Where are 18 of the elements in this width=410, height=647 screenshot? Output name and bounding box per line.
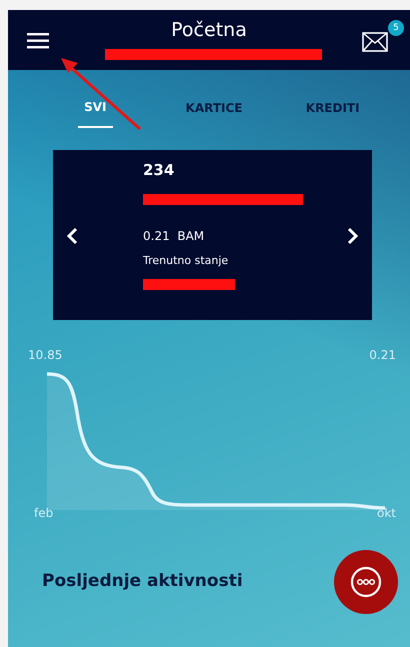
messages-button[interactable] xyxy=(362,29,388,53)
balance-label: Trenutno stanje xyxy=(143,252,230,268)
page-title: Početna xyxy=(171,21,247,40)
account-name: 234 xyxy=(143,160,176,181)
account-card[interactable]: 234 0.21 BAM Trenutno stanje xyxy=(53,150,372,320)
chevron-right-icon xyxy=(347,226,359,245)
section-title: Posljednje aktivnosti xyxy=(42,570,243,594)
chart-month-label: okt xyxy=(377,505,396,522)
tab[interactable]: KREDITI xyxy=(306,96,360,128)
chart-month-label: feb xyxy=(34,505,54,522)
balance-amount: 0.21 BAM xyxy=(143,228,206,244)
message-count-badge: 5 xyxy=(388,20,404,36)
chart-value-label: 10.85 xyxy=(28,347,62,364)
tab[interactable]: KARTICE xyxy=(186,96,242,128)
tab[interactable]: SVI xyxy=(78,96,113,128)
more-icon xyxy=(349,565,383,599)
chart-value-label: 0.21 xyxy=(369,347,396,364)
chevron-left-icon xyxy=(66,226,78,245)
